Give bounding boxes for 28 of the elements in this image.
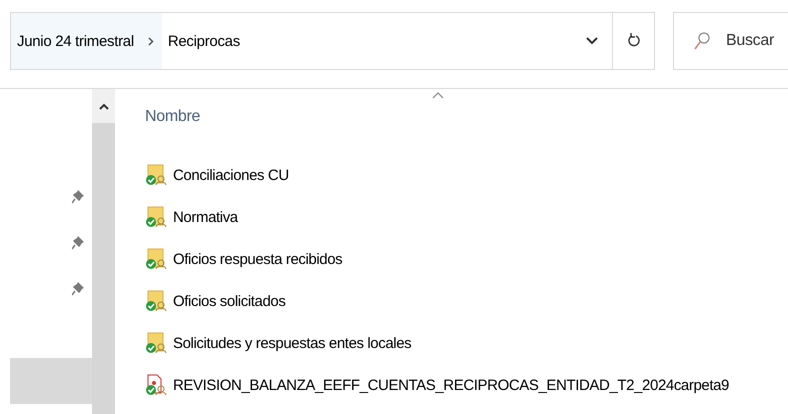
file-name[interactable]: Solicitudes y respuestas entes locales — [173, 334, 412, 352]
sort-caret-icon — [432, 92, 444, 99]
file-name[interactable]: Oficios respuesta recibidos — [173, 250, 342, 268]
scroll-up-button[interactable] — [92, 89, 115, 123]
search-box[interactable]: Buscar — [673, 12, 788, 70]
file-name[interactable]: Normativa — [173, 208, 238, 226]
search-icon — [694, 32, 710, 50]
chevron-icon — [148, 36, 154, 46]
folder-icon — [145, 248, 167, 270]
folder-icon — [145, 206, 167, 228]
folder-icon — [145, 164, 167, 186]
file-name[interactable]: Oficios solicitados — [173, 292, 286, 310]
pin-icon — [72, 190, 84, 204]
pin-icon — [72, 282, 84, 296]
folder-icon — [145, 332, 167, 354]
pin-icon — [72, 236, 84, 250]
folder-icon — [145, 290, 167, 312]
file-name[interactable]: REVISION_BALANZA_EEFF_CUENTAS_RECIPROCAS_ENTIDAD_T2_2024carpeta9 — [173, 376, 730, 394]
address-bar[interactable]: Junio 24 trimestral Reciprocas — [10, 12, 655, 70]
breadcrumb[interactable]: Junio 24 trimestral — [11, 13, 140, 69]
column-header[interactable]: Nombre — [145, 108, 200, 126]
pdf-file-icon — [145, 374, 167, 396]
refresh-icon — [628, 33, 640, 49]
scrollbar[interactable] — [92, 89, 115, 414]
nav-item[interactable] — [10, 358, 92, 404]
caret-up-icon — [98, 102, 108, 110]
file-name[interactable]: Conciliaciones CU — [173, 166, 289, 184]
chevron-down-icon — [586, 37, 598, 45]
